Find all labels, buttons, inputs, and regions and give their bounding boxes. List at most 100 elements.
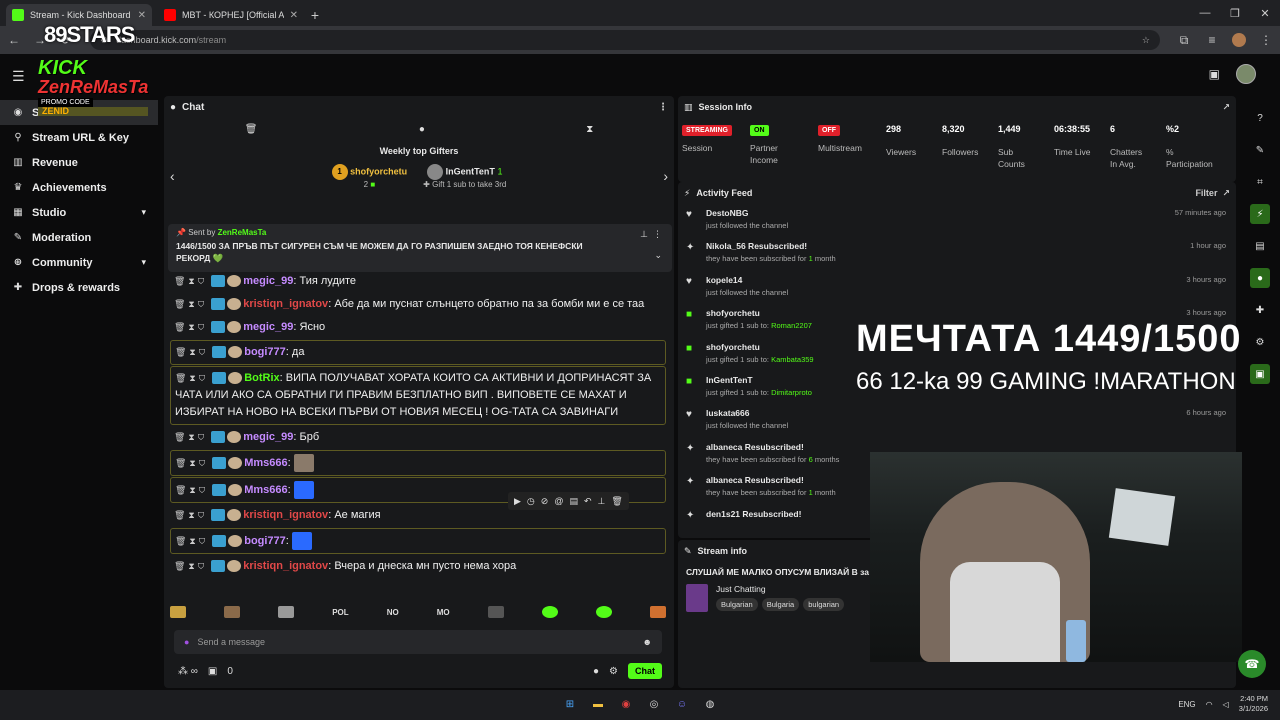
chat-send-button[interactable]: Chat	[628, 663, 662, 679]
browser-profile-avatar[interactable]	[1232, 33, 1246, 47]
activity-item[interactable]: ✦ Nikola_56 Resubscribed! they have been s…	[686, 239, 1228, 272]
hamburger-menu-icon[interactable]: ☰	[12, 68, 25, 85]
gifter-name[interactable]: InGentTenT	[446, 166, 495, 176]
emote-icon[interactable]	[170, 606, 186, 618]
mod-actions[interactable]: 🗑⧗⛉	[175, 347, 208, 357]
pencil-icon[interactable]: ✎	[1250, 140, 1270, 160]
chat-message[interactable]: 🗑⧗⛉ megic_99: Тия лудите	[170, 270, 666, 293]
chat-username[interactable]: kristiqn_ignatov	[243, 509, 328, 521]
address-bar[interactable]: ⚙ dashboard.kick.com/stream ☆	[90, 30, 1160, 50]
emote-icon[interactable]	[224, 606, 241, 618]
chat-icon[interactable]: ●	[419, 124, 425, 135]
chat-username[interactable]: BotRix	[244, 372, 279, 384]
chat-username[interactable]: kristiqn_ignatov	[243, 298, 328, 310]
emote-icon[interactable]	[278, 606, 295, 618]
add-icon[interactable]: ▣	[1250, 364, 1270, 384]
mod-actions[interactable]: 🗑⧗⛉	[175, 373, 208, 383]
pin-icon[interactable]: ⊥	[598, 496, 606, 507]
sidebar-item-achievements[interactable]: ♛ Achievements	[0, 175, 158, 200]
chat-input[interactable]: ● Send a message ☻	[174, 630, 662, 654]
sidebar-item-drops[interactable]: ✚ Drops & rewards	[0, 275, 158, 300]
chat-settings-bubble-icon[interactable]: ●	[593, 666, 599, 677]
chat-username[interactable]: megic_99	[243, 321, 293, 333]
trash-icon[interactable]: 🗑	[245, 124, 258, 135]
chat-message[interactable]: 🗑⧗⛉ bogi777: да	[170, 340, 666, 365]
new-tab-button[interactable]: +	[304, 4, 326, 26]
microphone-icon[interactable]: ●	[184, 637, 189, 647]
chat-username[interactable]: kristiqn_ignatov	[243, 560, 328, 572]
chat-username[interactable]: bogi777	[244, 535, 286, 547]
emote-pol[interactable]: POL	[332, 608, 348, 617]
popout-icon[interactable]: ↗	[1222, 102, 1230, 113]
activity-item[interactable]: ♥ DestoNBG just followed the channel 57 mi…	[686, 206, 1228, 239]
tag[interactable]: Bulgaria	[761, 598, 800, 611]
emote-icon[interactable]	[595, 606, 612, 618]
tools-icon[interactable]: ✚	[1250, 300, 1270, 320]
support-chat-icon[interactable]: ☎	[1238, 650, 1266, 678]
mod-actions[interactable]: 🗑⧗⛉	[174, 276, 207, 286]
settings-icon[interactable]: ⚙	[1250, 332, 1270, 352]
folder-icon[interactable]: ▬	[588, 694, 608, 714]
sidebar-item-stream-url[interactable]: ⚲ Stream URL & Key	[0, 125, 158, 150]
pinned-user[interactable]: ZenReMasTa	[218, 228, 267, 237]
sidebar-item-moderation[interactable]: ✎ Moderation	[0, 225, 158, 250]
slash-icon[interactable]: ⊘	[541, 496, 549, 507]
steam-icon[interactable]: ◍	[700, 694, 720, 714]
chat-username[interactable]: megic_99	[243, 275, 293, 287]
timeout-icon[interactable]: ◷	[527, 496, 535, 507]
help-icon[interactable]: ?	[1250, 108, 1270, 128]
chat-username[interactable]: megic_99	[243, 431, 293, 443]
note-icon[interactable]: ▤	[1250, 236, 1270, 256]
emote-icon[interactable]	[487, 606, 504, 618]
close-tab-icon[interactable]: ✕	[138, 10, 146, 21]
mention-icon[interactable]: @	[554, 496, 563, 506]
activity-item[interactable]: ♥ luskata666 just followed the channel 6 h…	[686, 406, 1228, 439]
close-tab-icon[interactable]: ✕	[290, 10, 298, 21]
chat-message[interactable]: 🗑⧗⛉ BotRix: ВИПА ПОЛУЧАВАТ ХОРАТА КОИТО С…	[170, 366, 666, 425]
volume-icon[interactable]: ◁	[1223, 700, 1229, 709]
unpin-icon[interactable]: ⊥	[640, 229, 648, 240]
chat-message[interactable]: 🗑⧗⛉ kristiqn_ignatov: Вчера и днеска мн п…	[170, 555, 666, 578]
chat-username[interactable]: Mms666	[244, 484, 287, 496]
emote-icon[interactable]	[649, 606, 666, 618]
chat-message[interactable]: 🗑⧗⛉ Mms666:	[170, 450, 666, 476]
media-controls-icon[interactable]: ≡	[1204, 33, 1220, 47]
chat-message[interactable]: 🗑⧗⛉ kristiqn_ignatov: Абе да ми пуснат сл…	[170, 293, 666, 316]
undo-icon[interactable]: ↶	[584, 496, 592, 507]
gifter-name[interactable]: shofyorchetu	[350, 166, 407, 176]
pinned-menu-icon[interactable]: ⋮	[653, 229, 662, 240]
gear-icon[interactable]: ⚙	[609, 666, 618, 677]
language-indicator[interactable]: ENG	[1178, 700, 1195, 709]
browser-tab-youtube[interactable]: MBT - КОРНЕЈ [Official Au ✕	[158, 4, 304, 26]
mod-actions[interactable]: 🗑⧗⛉	[174, 561, 207, 571]
mod-actions[interactable]: 🗑⧗⛉	[174, 432, 207, 442]
back-icon[interactable]: ←	[6, 33, 22, 47]
filter-button[interactable]: Filter ↗	[1195, 188, 1230, 199]
tag[interactable]: Bulgarian	[716, 598, 758, 611]
user-avatar[interactable]	[1236, 64, 1256, 84]
chevron-left-icon[interactable]: ‹	[170, 168, 175, 184]
maximize-icon[interactable]: ❐	[1220, 0, 1250, 26]
mod-actions[interactable]: 🗑⧗⛉	[175, 485, 208, 495]
chat-menu-icon[interactable]: ⋮	[658, 102, 668, 113]
emote-mo[interactable]: MO	[437, 608, 450, 617]
obs-icon[interactable]: ◎	[644, 694, 664, 714]
bolt-icon[interactable]: ⚡	[1250, 204, 1270, 224]
sidebar-item-revenue[interactable]: ▥ Revenue	[0, 150, 158, 175]
close-window-icon[interactable]: ✕	[1250, 0, 1280, 26]
emoji-icon[interactable]: ☻	[643, 637, 652, 647]
extensions-icon[interactable]: ⧉	[1176, 33, 1192, 48]
hourglass-icon[interactable]: ⧗	[586, 124, 593, 135]
sidebar-item-studio[interactable]: ▦ Studio ▾	[0, 200, 158, 225]
chrome-icon[interactable]: ◉	[616, 694, 636, 714]
chat-message[interactable]: 🗑⧗⛉ bogi777:	[170, 528, 666, 554]
emote-icon[interactable]	[541, 606, 558, 618]
chevron-down-icon[interactable]: ⌄	[654, 250, 662, 261]
delete-icon[interactable]: 🗑	[611, 496, 622, 507]
discord-icon[interactable]: ☺	[672, 694, 692, 714]
browser-menu-icon[interactable]: ⋮	[1258, 33, 1274, 47]
mod-actions[interactable]: 🗑⧗⛉	[174, 322, 207, 332]
gift-icon[interactable]: ▣	[208, 666, 217, 677]
minimize-icon[interactable]: —	[1190, 0, 1220, 26]
copy-icon[interactable]: ▤	[569, 496, 578, 507]
